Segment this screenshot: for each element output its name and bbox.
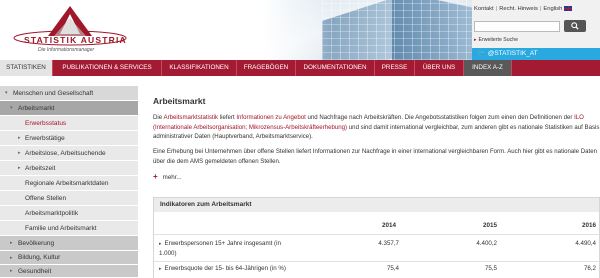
nav-index-a-z[interactable]: INDEX A-Z — [464, 60, 512, 76]
sidebar-item-label: Erwerbstätige — [25, 135, 65, 142]
page-title: Arbeitsmarkt — [153, 96, 206, 106]
advanced-search-link[interactable]: ▸ Erweiterte Suche — [474, 37, 518, 43]
separator: | — [539, 6, 542, 13]
nav-ueber-uns[interactable]: ÜBER UNS — [415, 60, 464, 76]
sidebar-item-offene-stellen[interactable]: Offene Stellen — [0, 191, 138, 206]
sidebar-item-label: Bevölkerung — [18, 240, 55, 247]
logo-brand-text: STATISTIK AUSTRIA — [24, 35, 127, 45]
separator: | — [495, 6, 498, 13]
chevron-right-icon: ▸ — [159, 241, 162, 247]
nav-dokumentationen[interactable]: DOKUMENTATIONEN — [296, 60, 375, 76]
indicator-label-line: Erwerbspersonen 15+ Jahre insgesamt (in — [164, 240, 281, 247]
sidebar-item-label: Gesundheit — [18, 268, 52, 275]
chevron-down-icon: ▾ — [10, 105, 13, 111]
nav-statistiken[interactable]: STATISTIKEN — [0, 60, 53, 76]
top-links: Kontakt | Recht. Hinweis | English — [474, 6, 573, 13]
year-header-2016: 2016 — [582, 222, 597, 229]
second-paragraph: Eine Erhebung bei Unternehmen über offen… — [153, 148, 597, 165]
sidebar-item-label: Arbeitszeit — [25, 165, 56, 172]
indicators-title: Indikatoren zum Arbeitsmarkt — [154, 198, 599, 212]
more-label: mehr... — [162, 174, 182, 181]
sidebar-item-menschen-gesellschaft[interactable]: ▾ Menschen und Gesellschaft — [0, 86, 138, 101]
sidebar-item-label: Familie und Arbeitsmarkt — [25, 225, 97, 232]
chevron-right-icon: ▸ — [10, 240, 13, 246]
chevron-right-icon: ▸ — [10, 268, 13, 274]
sidebar-item-erwerbstaetige[interactable]: ▸ Erwerbstätige — [0, 131, 138, 146]
text-segment: und Nachfrage nach Arbeitskräften. Die A… — [305, 114, 575, 121]
header-banner-image — [262, 0, 472, 60]
nav-presse[interactable]: PRESSE — [375, 60, 415, 76]
search-icon — [571, 22, 579, 30]
search-button[interactable] — [564, 20, 586, 32]
sidebar-item-label: Arbeitsmarkt — [18, 105, 55, 112]
sidebar-item-gesundheit[interactable]: ▸ Gesundheit — [0, 265, 138, 278]
table-cell: 4.490,4 — [575, 240, 596, 247]
site-header: STATISTIK AUSTRIA Die Informationsmanage… — [0, 0, 600, 60]
year-header-2014: 2014 — [382, 222, 397, 229]
sidebar-item-familie-arbeitsmarkt[interactable]: Familie und Arbeitsmarkt — [0, 221, 138, 236]
chevron-right-icon: ▸ — [159, 266, 162, 272]
sidebar-item-label: Bildung, Kultur — [18, 254, 61, 261]
indicators-panel: Indikatoren zum Arbeitsmarkt 2014 2015 2… — [153, 197, 600, 278]
indicator-row-label[interactable]: ▸ Erwerbspersonen 15+ Jahre insgesamt (in… — [159, 239, 281, 258]
sidebar-item-bildung-kultur[interactable]: ▸ Bildung, Kultur — [0, 251, 138, 265]
indicator-label-line: Erwerbsquote der 15- bis 64-Jährigen (in… — [164, 265, 286, 272]
twitter-bird-icon: 🐦 — [477, 50, 486, 57]
table-cell: 4.400,2 — [476, 240, 497, 247]
table-cell: 75,4 — [386, 265, 399, 272]
indicator-row-label[interactable]: ▸ Erwerbsquote der 15- bis 64-Jährigen (i… — [159, 264, 286, 274]
nav-publikationen-services[interactable]: PUBLIKATIONEN & SERVICES — [53, 60, 162, 76]
nav-klassifikationen[interactable]: KLASSIFIKATIONEN — [162, 60, 237, 76]
divider — [154, 261, 599, 262]
arrow-right-icon: ▸ — [474, 37, 477, 43]
sidebar-item-label: Regionale Arbeitsmarktdaten — [25, 180, 109, 187]
chevron-right-icon: ▸ — [10, 255, 13, 261]
sidebar-item-label: Arbeitslose, Arbeitsuchende — [25, 150, 106, 157]
sidebar-item-arbeitsmarktpolitik[interactable]: Arbeitsmarktpolitik — [0, 206, 138, 221]
sidebar-item-label: Arbeitsmarktpolitik — [25, 210, 79, 217]
sidebar-item-bevoelkerung[interactable]: ▸ Bevölkerung — [0, 236, 138, 251]
uk-flag-icon[interactable] — [564, 6, 573, 11]
divider — [154, 234, 599, 235]
main-navigation: STATISTIKEN PUBLIKATIONEN & SERVICES KLA… — [0, 60, 600, 76]
angebot-link[interactable]: Informationen zu Angebot — [236, 114, 305, 121]
chevron-down-icon: ▾ — [5, 90, 8, 96]
sidebar-item-label: Offene Stellen — [25, 195, 67, 202]
table-cell: 76,2 — [583, 265, 596, 272]
table-cell: 4.357,7 — [378, 240, 399, 247]
year-header-2015: 2015 — [483, 222, 498, 229]
text-segment: liefert — [218, 114, 237, 121]
intro-paragraph: Die Arbeitsmarktstatistik liefert Inform… — [153, 113, 600, 142]
sidebar-item-erwerbsstatus[interactable]: Erwerbsstatus — [0, 116, 138, 131]
sidebar-item-label: Menschen und Gesellschaft — [13, 90, 94, 97]
advanced-search-label: Erweiterte Suche — [478, 37, 519, 43]
sidebar-item-arbeitszeit[interactable]: ▸ Arbeitszeit — [0, 161, 138, 176]
logo-tagline: Die Informationsmanager — [38, 47, 95, 53]
arbeitsmarktstatistik-link[interactable]: Arbeitsmarktstatistik — [164, 114, 219, 121]
chevron-right-icon: ▸ — [18, 150, 21, 156]
text-segment: Die — [153, 114, 164, 121]
legal-notice-link[interactable]: Recht. Hinweis — [499, 6, 538, 12]
statistik-austria-logo[interactable]: STATISTIK AUSTRIA Die Informationsmanage… — [10, 4, 130, 54]
sidebar-item-arbeitslose[interactable]: ▸ Arbeitslose, Arbeitsuchende — [0, 146, 138, 161]
nav-frageboegen[interactable]: FRAGEBÖGEN — [237, 60, 296, 76]
twitter-link[interactable]: 🐦 @STATISTIK_AT — [472, 48, 600, 60]
sidebar-item-regionale-arbeitsmarktdaten[interactable]: Regionale Arbeitsmarktdaten — [0, 176, 138, 191]
chevron-right-icon: ▸ — [18, 135, 21, 141]
twitter-handle: @STATISTIK_AT — [487, 50, 538, 57]
table-cell: 75,5 — [484, 265, 497, 272]
more-link[interactable]: + mehr... — [153, 172, 182, 181]
english-link[interactable]: English — [543, 6, 562, 12]
plus-icon: + — [153, 172, 158, 181]
utility-panel: Kontakt | Recht. Hinweis | English ▸ Erweiter… — [472, 0, 600, 60]
sidebar-item-arbeitsmarkt[interactable]: ▾ Arbeitsmarkt — [0, 101, 138, 116]
sidebar: ▾ Menschen und Gesellschaft ▾ Arbeitsmar… — [0, 86, 138, 278]
sidebar-item-label: Erwerbsstatus — [25, 120, 67, 127]
contact-link[interactable]: Kontakt — [474, 6, 494, 12]
indicator-label-line: 1.000) — [159, 250, 177, 257]
search-input[interactable] — [474, 21, 560, 32]
chevron-right-icon: ▸ — [18, 165, 21, 171]
